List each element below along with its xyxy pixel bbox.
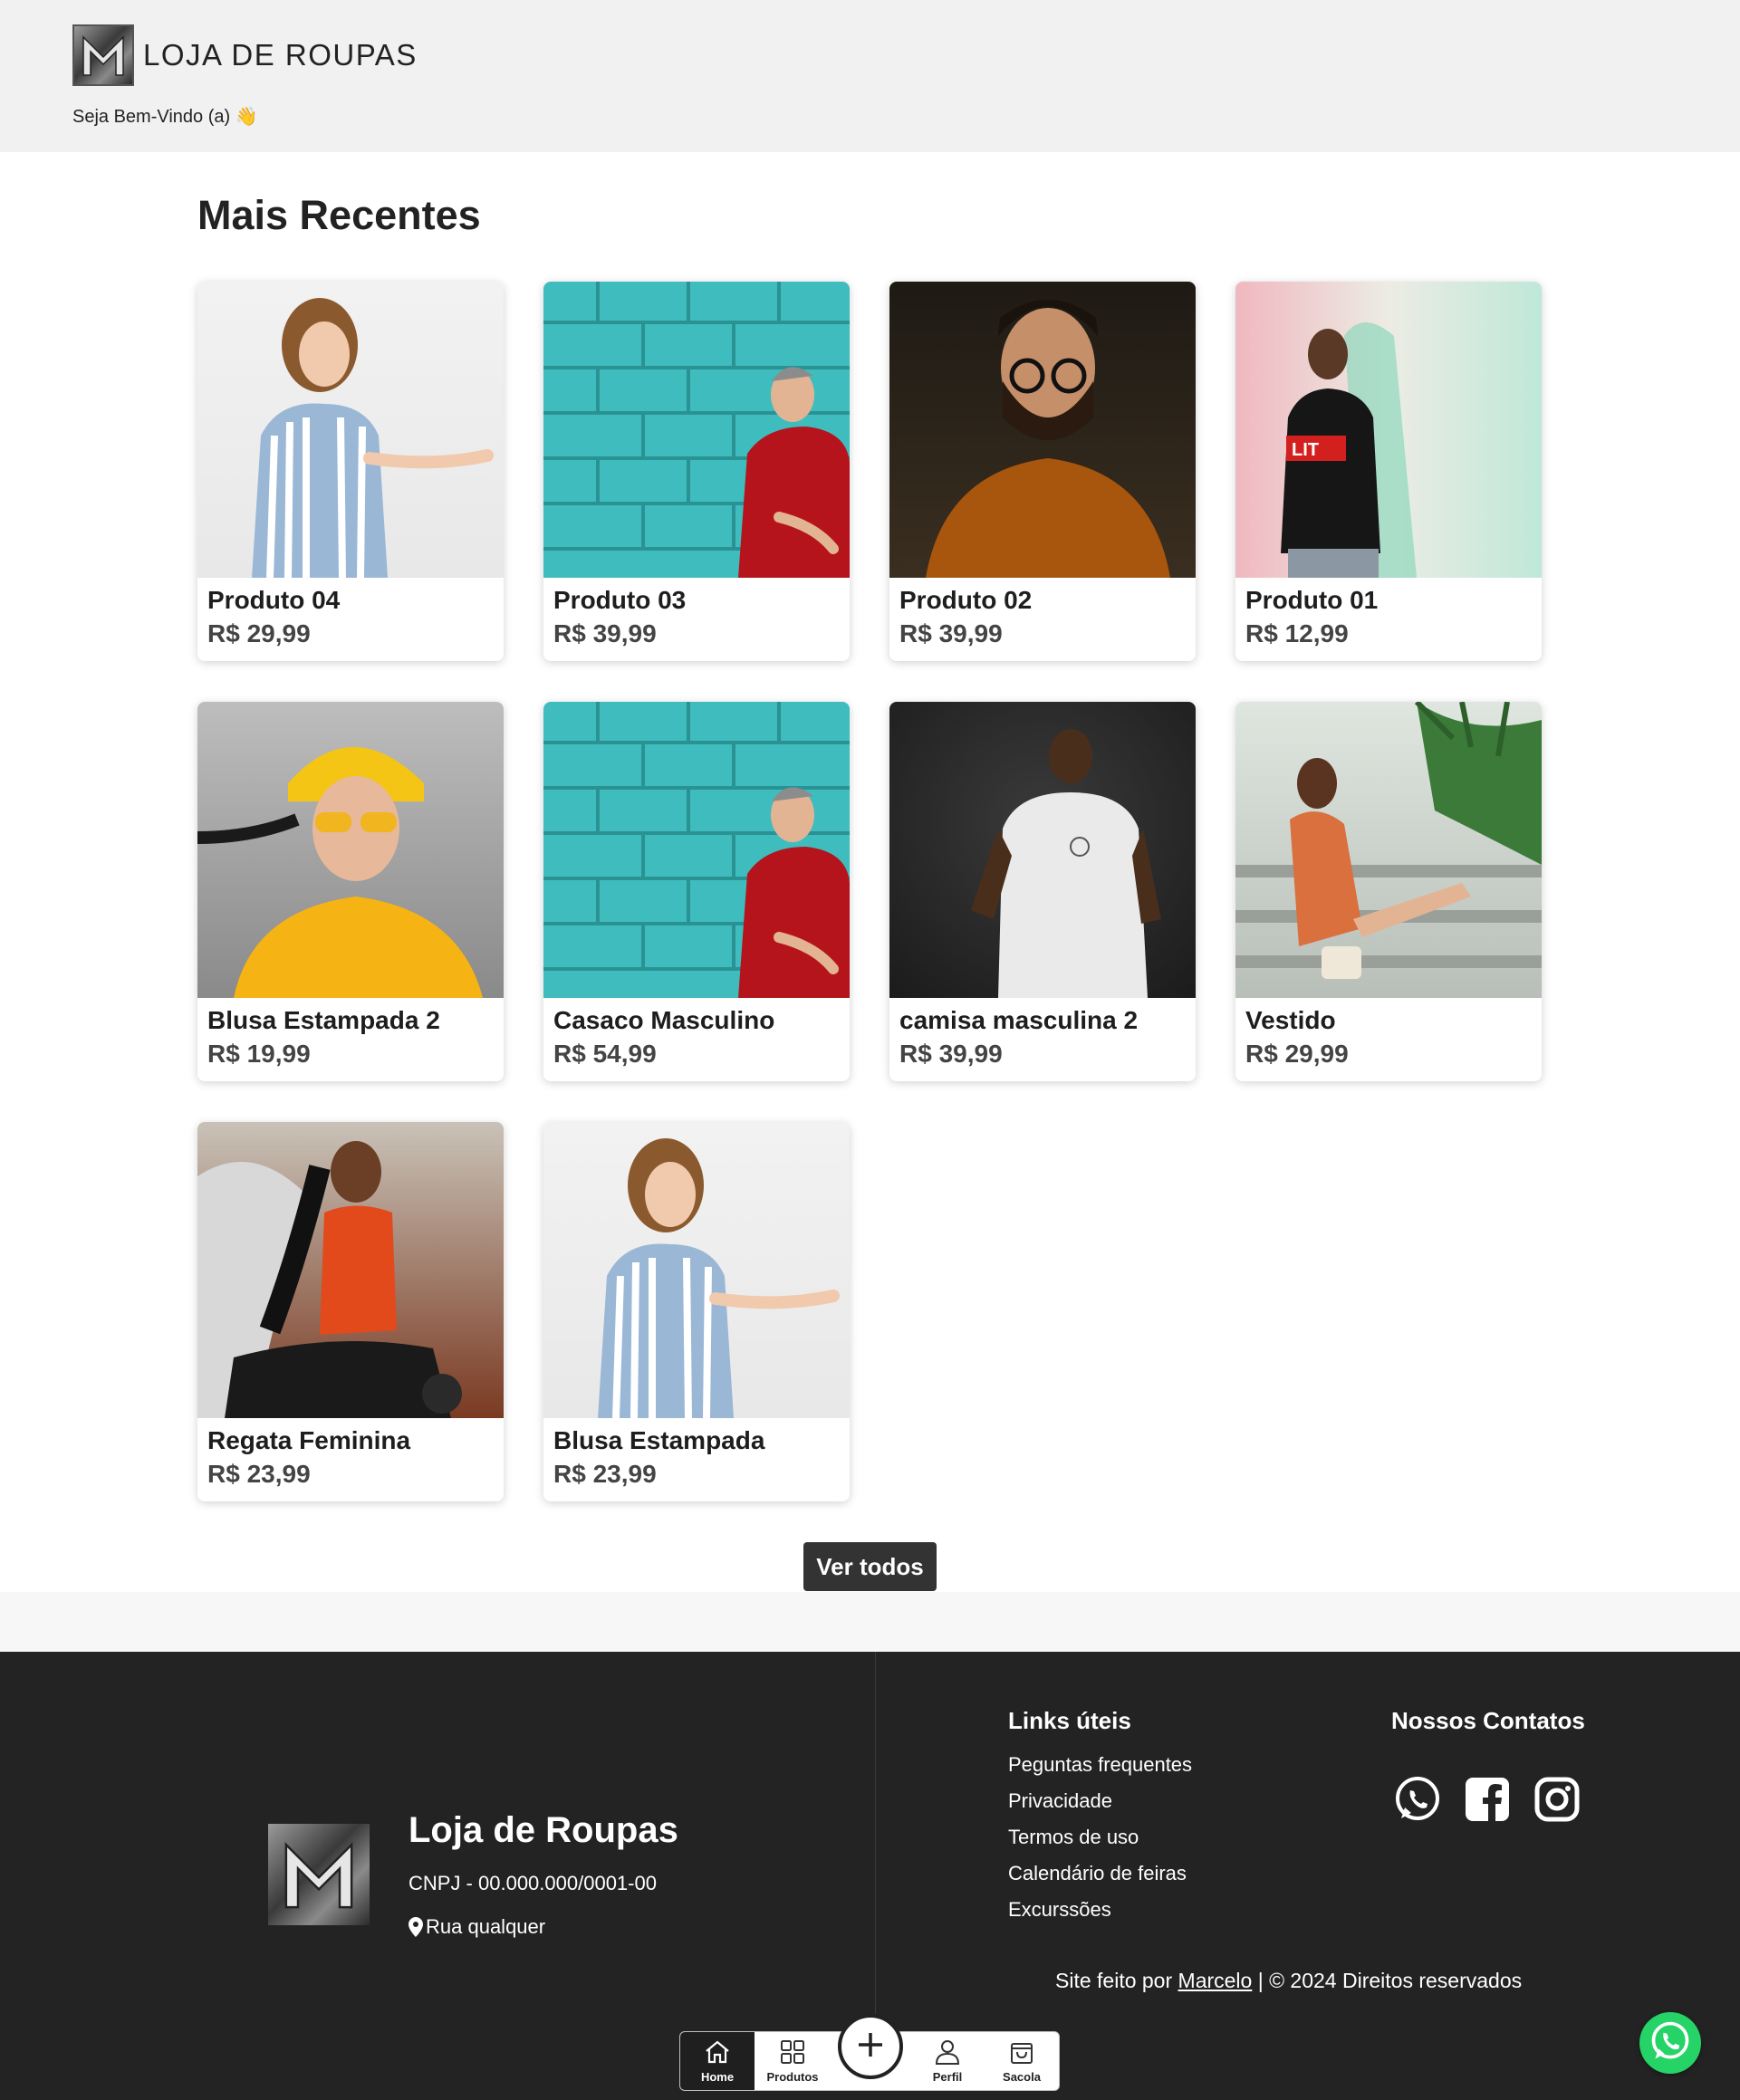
footer-address: Rua qualquer xyxy=(409,1915,545,1939)
product-card[interactable]: LIT Produto 01 R$ 12,99 xyxy=(1235,282,1542,661)
product-price: R$ 54,99 xyxy=(553,1040,657,1068)
nav-home-label: Home xyxy=(700,2069,735,2084)
product-card[interactable]: Casaco Masculino R$ 54,99 xyxy=(543,702,850,1081)
product-price: R$ 29,99 xyxy=(1245,1040,1349,1068)
product-image[interactable] xyxy=(889,702,1196,998)
brand[interactable]: LOJA DE ROUPAS xyxy=(72,24,418,86)
product-image[interactable] xyxy=(543,1122,850,1418)
location-pin-icon xyxy=(409,1917,423,1937)
product-image[interactable] xyxy=(1235,702,1542,998)
useful-links: Peguntas frequentes Privacidade Termos d… xyxy=(1008,1753,1192,1934)
footer-address-text: Rua qualquer xyxy=(426,1915,546,1938)
product-image[interactable] xyxy=(197,702,504,998)
bottom-nav: Home Produtos Perfil Sacola xyxy=(679,2014,1060,2091)
product-price: R$ 12,99 xyxy=(1245,619,1349,647)
section-title: Mais Recentes xyxy=(197,192,481,238)
whatsapp-float-button[interactable] xyxy=(1639,2012,1701,2074)
product-name: Produto 04 xyxy=(207,586,341,614)
product-name: Vestido xyxy=(1245,1006,1336,1034)
footer-link[interactable]: Privacidade xyxy=(1008,1789,1192,1826)
product-price: R$ 19,99 xyxy=(207,1040,311,1068)
footer-store-name: Loja de Roupas xyxy=(409,1810,678,1850)
facebook-icon[interactable] xyxy=(1463,1775,1512,1824)
product-name: Produto 02 xyxy=(899,586,1033,614)
nav-bag-label: Sacola xyxy=(1003,2069,1041,2084)
shopping-bag-icon xyxy=(1008,2039,1035,2067)
credits-author-link[interactable]: Marcelo xyxy=(1178,1969,1253,1992)
product-card[interactable]: Blusa Estampada 2 R$ 19,99 xyxy=(197,702,504,1081)
product-price: R$ 23,99 xyxy=(553,1460,657,1488)
store-title: LOJA DE ROUPAS xyxy=(143,38,418,72)
home-icon xyxy=(704,2039,731,2067)
footer-cnpj: CNPJ - 00.000.000/0001-00 xyxy=(409,1872,657,1894)
footer-link[interactable]: Peguntas frequentes xyxy=(1008,1753,1192,1789)
product-name: Blusa Estampada xyxy=(553,1426,765,1454)
footer-link[interactable]: Calendário de feiras xyxy=(1008,1862,1192,1898)
nav-home[interactable]: Home xyxy=(680,2032,755,2090)
product-price: R$ 39,99 xyxy=(899,1040,1003,1068)
nav-profile[interactable]: Perfil xyxy=(910,2032,985,2090)
product-price: R$ 23,99 xyxy=(207,1460,311,1488)
footer-divider xyxy=(875,1652,876,2014)
credits-suffix: | © 2024 Direitos reservados xyxy=(1257,1969,1523,1992)
footer-logo xyxy=(268,1824,370,1925)
footer-link[interactable]: Termos de uso xyxy=(1008,1826,1192,1862)
product-image[interactable] xyxy=(197,1122,504,1418)
svg-text:LIT: LIT xyxy=(1292,440,1319,460)
product-name: Blusa Estampada 2 xyxy=(207,1006,440,1034)
product-card[interactable]: camisa masculina 2 R$ 39,99 xyxy=(889,702,1196,1081)
product-price: R$ 29,99 xyxy=(207,619,311,647)
product-name: camisa masculina 2 xyxy=(899,1006,1139,1034)
plus-icon xyxy=(855,2029,886,2065)
product-image[interactable] xyxy=(197,282,504,578)
product-image[interactable] xyxy=(543,282,850,578)
product-name: Regata Feminina xyxy=(207,1426,411,1454)
product-name: Produto 01 xyxy=(1245,586,1379,614)
credits: Site feito por Marcelo | © 2024 Direitos… xyxy=(1055,1969,1522,1993)
product-image[interactable]: LIT xyxy=(1235,282,1542,578)
grid-icon xyxy=(779,2039,806,2067)
header: LOJA DE ROUPAS Seja Bem-Vindo (a) 👋 xyxy=(0,0,1740,152)
footer-link[interactable]: Excurssões xyxy=(1008,1898,1192,1934)
product-name: Produto 03 xyxy=(553,586,687,614)
product-name: Casaco Masculino xyxy=(553,1006,775,1034)
nav-add-button[interactable] xyxy=(838,2014,903,2079)
store-logo xyxy=(72,24,134,86)
whatsapp-icon xyxy=(1648,2018,1693,2068)
product-card[interactable]: Regata Feminina R$ 23,99 xyxy=(197,1122,504,1501)
credits-prefix: Site feito por xyxy=(1055,1969,1173,1992)
whatsapp-icon[interactable] xyxy=(1393,1775,1442,1824)
pre-footer-spacer xyxy=(0,1592,1740,1652)
see-all-button[interactable]: Ver todos xyxy=(803,1542,937,1591)
product-card[interactable]: Produto 04 R$ 29,99 xyxy=(197,282,504,661)
product-price: R$ 39,99 xyxy=(553,619,657,647)
instagram-icon[interactable] xyxy=(1533,1775,1581,1824)
user-icon xyxy=(934,2039,961,2067)
product-price: R$ 39,99 xyxy=(899,619,1003,647)
nav-profile-label: Perfil xyxy=(932,2069,963,2084)
product-card[interactable]: Produto 02 R$ 39,99 xyxy=(889,282,1196,661)
product-card[interactable]: Blusa Estampada R$ 23,99 xyxy=(543,1122,850,1501)
links-title: Links úteis xyxy=(1008,1707,1131,1734)
welcome-message: Seja Bem-Vindo (a) 👋 xyxy=(72,107,258,127)
product-image[interactable] xyxy=(543,702,850,998)
nav-products-label: Produtos xyxy=(766,2069,819,2084)
nav-products[interactable]: Produtos xyxy=(755,2032,830,2090)
product-image[interactable] xyxy=(889,282,1196,578)
contacts-title: Nossos Contatos xyxy=(1391,1707,1585,1734)
nav-bag[interactable]: Sacola xyxy=(985,2032,1059,2090)
product-card[interactable]: Vestido R$ 29,99 xyxy=(1235,702,1542,1081)
product-card[interactable]: Produto 03 R$ 39,99 xyxy=(543,282,850,661)
